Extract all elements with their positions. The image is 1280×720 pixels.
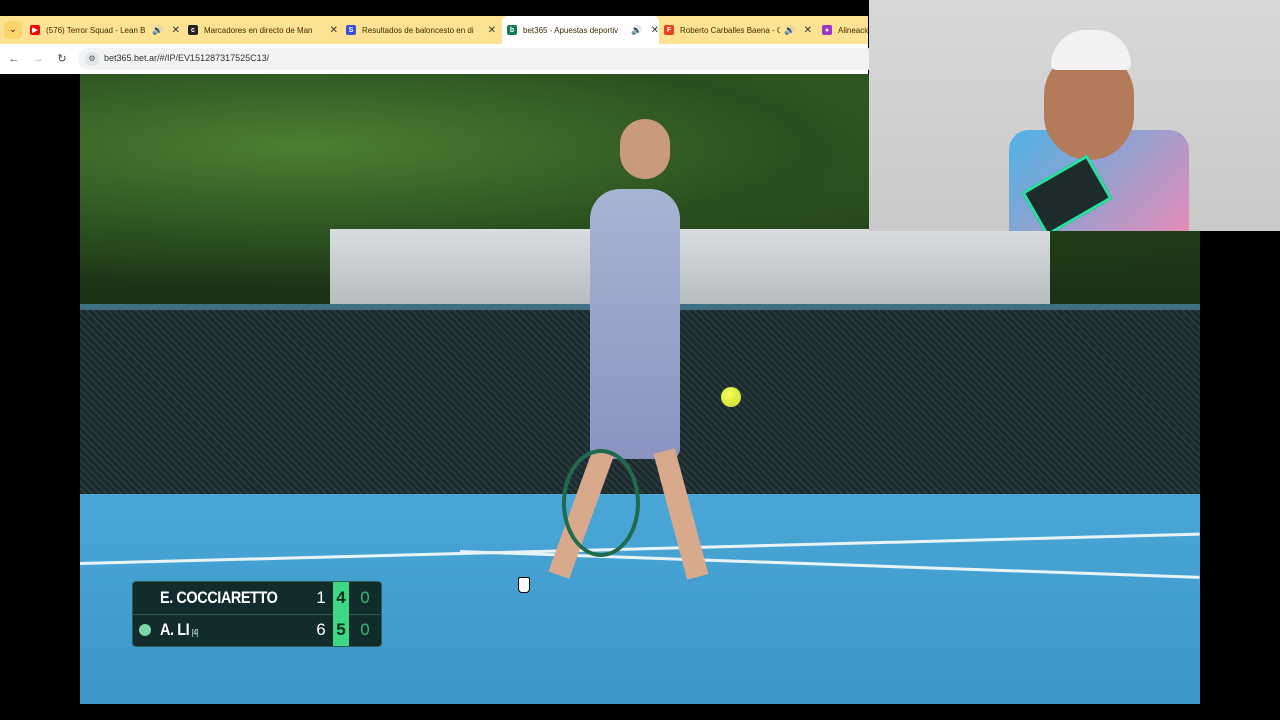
speaker-icon[interactable]: 🔊 — [784, 25, 795, 36]
close-icon[interactable]: ✕ — [804, 25, 812, 36]
close-icon[interactable]: ✕ — [330, 25, 338, 36]
sets-score: 1 — [316, 588, 326, 607]
app-icon: ● — [822, 25, 832, 35]
speaker-icon[interactable]: 🔊 — [152, 25, 163, 36]
sets-score: 6 — [316, 620, 326, 639]
close-icon[interactable]: ✕ — [488, 25, 496, 36]
tennis-racket — [562, 449, 640, 557]
close-icon[interactable]: ✕ — [651, 25, 659, 36]
tab-flashscore[interactable]: c Marcadores en directo de Man ✕ — [188, 16, 338, 44]
tab-alineaciones[interactable]: ● Alineacio — [822, 16, 868, 44]
player-head — [620, 119, 670, 179]
tab-youtube[interactable]: ▶ (576) Terror Squad - Lean B 🔊 ✕ — [30, 16, 180, 44]
points-score: 0 — [360, 588, 370, 607]
tab-flashscore-2[interactable]: F Roberto Carballes Baena - C 🔊 ✕ — [664, 16, 812, 44]
youtube-icon: ▶ — [30, 25, 40, 35]
back-button[interactable]: ← — [6, 51, 22, 67]
bet365-icon: b — [507, 25, 517, 35]
games-score: 5 — [333, 614, 349, 646]
tab-title: Resultados de baloncesto en di — [362, 25, 474, 35]
address-bar[interactable]: ⚙ bet365.bet.ar/#/IP/EV151287317525C13/ — [78, 48, 878, 70]
scoreboard-row: A. LI [4] 6 5 0 — [133, 614, 381, 646]
mouse-cursor-icon — [518, 577, 530, 593]
tennis-ball — [721, 387, 741, 407]
streamer-cap — [1051, 30, 1131, 70]
tab-sofascore[interactable]: S Resultados de baloncesto en di ✕ — [346, 16, 496, 44]
url-text: bet365.bet.ar/#/IP/EV151287317525C13/ — [104, 53, 270, 63]
forward-button[interactable]: → — [30, 51, 46, 67]
player-dress — [590, 189, 680, 459]
webcam-overlay — [869, 0, 1280, 231]
flashscore-icon: c — [188, 25, 198, 35]
tab-title: Alineacio — [838, 25, 868, 35]
flashscore-icon: F — [664, 25, 674, 35]
tab-title: Roberto Carballes Baena - C — [680, 25, 781, 35]
tab-title: (576) Terror Squad - Lean B — [46, 25, 146, 35]
player-leg — [653, 448, 709, 580]
player-name: A. LI [4] — [160, 620, 199, 639]
close-icon[interactable]: ✕ — [172, 25, 180, 36]
sofascore-icon: S — [346, 25, 356, 35]
scoreboard-row: E. COCCIARETTO 1 4 0 — [133, 582, 381, 615]
tab-strip: ⌄ ▶ (576) Terror Squad - Lean B 🔊 ✕ c Ma… — [0, 16, 868, 44]
points-score: 0 — [360, 620, 370, 639]
browser-toolbar: ← → ↻ ⚙ bet365.bet.ar/#/IP/EV15128731752… — [0, 44, 878, 74]
tab-bet365[interactable]: b bet365 - Apuestas deportiv 🔊 ✕ — [502, 16, 659, 44]
scoreboard: E. COCCIARETTO 1 4 0 A. LI [4] 6 5 0 — [132, 581, 382, 647]
site-info-icon[interactable]: ⚙ — [85, 52, 99, 66]
serving-ball-icon — [139, 624, 151, 636]
tab-title: Marcadores en directo de Man — [204, 25, 313, 35]
games-score: 4 — [333, 582, 349, 614]
player-name: E. COCCIARETTO — [160, 588, 278, 607]
reload-button[interactable]: ↻ — [54, 51, 70, 67]
player-seed: [4] — [191, 628, 199, 637]
tab-search-button[interactable]: ⌄ — [4, 21, 22, 39]
tab-title: bet365 - Apuestas deportiv — [523, 25, 619, 35]
speaker-icon[interactable]: 🔊 — [631, 25, 642, 36]
